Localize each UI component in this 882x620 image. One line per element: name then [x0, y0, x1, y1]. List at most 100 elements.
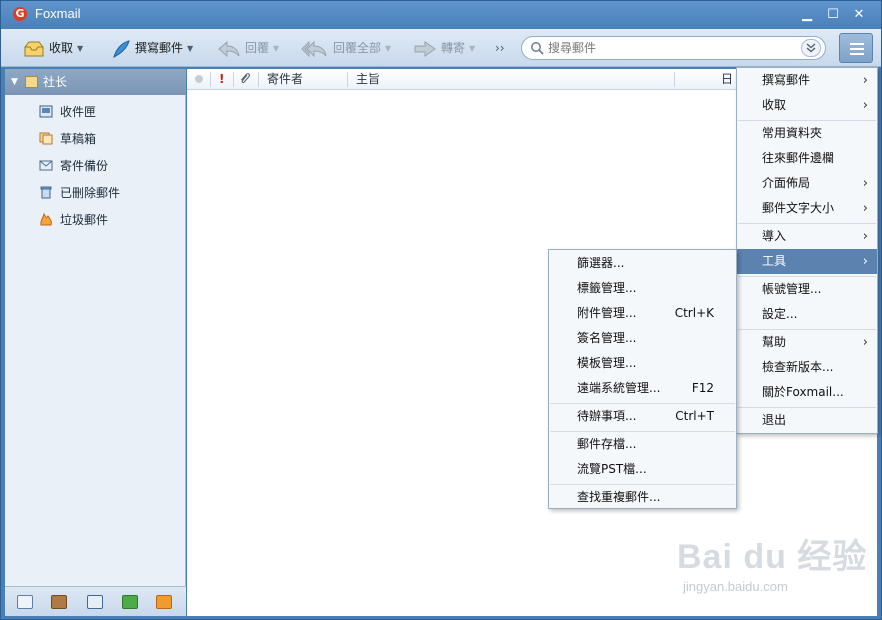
- chevron-down-icon[interactable]: ▼: [187, 38, 193, 60]
- chevron-right-icon: ›: [862, 254, 868, 269]
- inbox-icon: [39, 105, 53, 118]
- sent-icon: [39, 160, 53, 171]
- maximize-button[interactable]: ☐: [823, 6, 843, 24]
- submenu-item-label: 查找重複郵件...: [577, 490, 661, 504]
- app-window: G Foxmail ▁ ☐ ✕ 收取 ▼ 撰寫郵件 ▼ 回覆 ▼ 回覆全部 ▼ …: [0, 0, 882, 620]
- submenu-item-label: 郵件存檔...: [577, 437, 637, 451]
- menu-item-layout[interactable]: 介面佈局 ›: [737, 171, 877, 196]
- chevron-right-icon: ›: [862, 335, 868, 350]
- rss-tab-icon[interactable]: [156, 595, 172, 609]
- menu-item-import[interactable]: 導入 ›: [737, 224, 877, 249]
- chevron-down-icon[interactable]: ▼: [77, 38, 83, 60]
- account-header[interactable]: ▼ 社长: [5, 69, 186, 95]
- sender-column[interactable]: 寄件者: [267, 69, 303, 90]
- menu-item-account-manager[interactable]: 帳號管理...: [737, 277, 877, 302]
- menu-item-tools[interactable]: 工具 ›: [737, 249, 877, 274]
- trash-icon: [40, 186, 52, 199]
- menu-item-compose[interactable]: 撰寫郵件 ›: [737, 68, 877, 93]
- menu-line: [850, 48, 864, 50]
- main-menu-button[interactable]: [839, 33, 873, 63]
- attachment-column[interactable]: [239, 69, 251, 90]
- more-toolbar-button[interactable]: ››: [495, 37, 505, 59]
- account-name: 社长: [43, 75, 68, 89]
- menu-item-label: 檢查新版本...: [762, 360, 834, 374]
- chevron-down-icon[interactable]: ▼: [385, 38, 391, 60]
- subject-column[interactable]: 主旨: [356, 69, 380, 90]
- chevron-down-icon[interactable]: ▼: [469, 38, 475, 60]
- menu-item-common-folders[interactable]: 常用資料夾: [737, 121, 877, 146]
- contacts-tab-icon[interactable]: [51, 595, 67, 609]
- submenu-item-label: 待辦事項...: [577, 409, 637, 423]
- submenu-item-browse-pst[interactable]: 流覽PST檔...: [549, 457, 736, 482]
- minimize-button[interactable]: ▁: [797, 6, 817, 24]
- menu-item-label: 設定...: [762, 307, 798, 321]
- compose-label: 撰寫郵件: [135, 41, 184, 55]
- menu-line: [850, 43, 864, 45]
- account-icon: [25, 76, 38, 88]
- menu-item-about[interactable]: 關於Foxmail...: [737, 380, 877, 405]
- submenu-item-attachments[interactable]: 附件管理... Ctrl+K: [549, 301, 736, 326]
- chevron-down-icon[interactable]: ▼: [273, 38, 279, 60]
- forward-arrow-icon: [414, 40, 436, 57]
- submenu-item-find-duplicates[interactable]: 查找重複郵件...: [549, 485, 736, 510]
- menu-item-label: 工具: [762, 254, 787, 268]
- close-button[interactable]: ✕: [849, 6, 869, 24]
- submenu-item-label: 標籤管理...: [577, 281, 637, 295]
- folder-label: 寄件備份: [60, 159, 109, 173]
- forward-label: 轉寄: [441, 41, 466, 55]
- search-icon: [531, 42, 544, 55]
- menu-item-label: 郵件文字大小: [762, 201, 835, 215]
- forward-button[interactable]: 轉寄 ▼: [413, 37, 475, 59]
- shortcut-label: Ctrl+K: [674, 306, 714, 320]
- paperclip-icon: [241, 73, 251, 83]
- folder-label: 收件匣: [60, 105, 97, 119]
- menu-item-label: 常用資料夾: [762, 126, 823, 140]
- menu-item-label: 撰寫郵件: [762, 73, 811, 87]
- menu-item-label: 收取: [762, 98, 787, 112]
- priority-column[interactable]: !: [219, 69, 224, 90]
- menu-item-help[interactable]: 幫助 ›: [737, 330, 877, 355]
- reply-all-arrow-icon: [301, 40, 327, 57]
- submenu-item-tags[interactable]: 標籤管理...: [549, 276, 736, 301]
- menu-item-label: 幫助: [762, 335, 787, 349]
- submenu-item-label: 簽名管理...: [577, 331, 637, 345]
- menu-item-settings[interactable]: 設定...: [737, 302, 877, 327]
- window-title: Foxmail: [35, 6, 81, 21]
- search-box: [521, 36, 826, 60]
- read-status-column-icon[interactable]: [195, 75, 203, 83]
- submenu-item-remote-admin[interactable]: 遠端系統管理... F12: [549, 376, 736, 401]
- submenu-item-signatures[interactable]: 簽名管理...: [549, 326, 736, 351]
- search-options-button[interactable]: [801, 39, 821, 57]
- receive-button[interactable]: 收取 ▼: [23, 37, 83, 59]
- notes-tab-icon[interactable]: [122, 595, 138, 609]
- menu-item-mail-sidebar[interactable]: 往來郵件邊欄: [737, 146, 877, 171]
- submenu-item-filters[interactable]: 篩選器...: [549, 251, 736, 276]
- search-input[interactable]: [548, 40, 788, 56]
- folder-label: 已刪除郵件: [60, 186, 121, 200]
- reply-all-button[interactable]: 回覆全部 ▼: [301, 37, 391, 59]
- menu-item-exit[interactable]: 退出: [737, 408, 877, 433]
- submenu-item-todo[interactable]: 待辦事項... Ctrl+T: [549, 404, 736, 429]
- shortcut-label: F12: [691, 381, 714, 395]
- reply-all-label: 回覆全部: [333, 41, 382, 55]
- foxmail-logo-icon: G: [13, 7, 27, 21]
- menu-item-text-size[interactable]: 郵件文字大小 ›: [737, 196, 877, 221]
- main-menu: 撰寫郵件 › 收取 › 常用資料夾 往來郵件邊欄 介面佈局 › 郵件文字大小 › 導入 ›…: [736, 67, 878, 434]
- submenu-item-archive[interactable]: 郵件存檔...: [549, 432, 736, 457]
- submenu-item-templates[interactable]: 模板管理...: [549, 351, 736, 376]
- compose-button[interactable]: 撰寫郵件 ▼: [111, 37, 193, 59]
- watermark-url: jingyan.baidu.com: [683, 579, 788, 594]
- mail-tab-icon[interactable]: [17, 595, 33, 609]
- baidu-watermark: Bai du 经验 jingyan.baidu.com: [677, 521, 877, 601]
- receive-label: 收取: [49, 41, 74, 55]
- calendar-tab-icon[interactable]: [87, 595, 103, 609]
- menu-item-receive[interactable]: 收取 ›: [737, 93, 877, 118]
- expand-arrow-icon[interactable]: ▼: [11, 69, 18, 95]
- date-column[interactable]: 日: [721, 69, 733, 90]
- menu-item-check-update[interactable]: 檢查新版本...: [737, 355, 877, 380]
- folder-sidebar: ▼ 社长 收件匣 草稿箱 寄件備份 已刪除郵件 垃圾郵件: [5, 69, 186, 616]
- column-divider: [233, 72, 234, 87]
- submenu-item-label: 模板管理...: [577, 356, 637, 370]
- reply-button[interactable]: 回覆 ▼: [217, 37, 279, 59]
- reply-label: 回覆: [245, 41, 270, 55]
